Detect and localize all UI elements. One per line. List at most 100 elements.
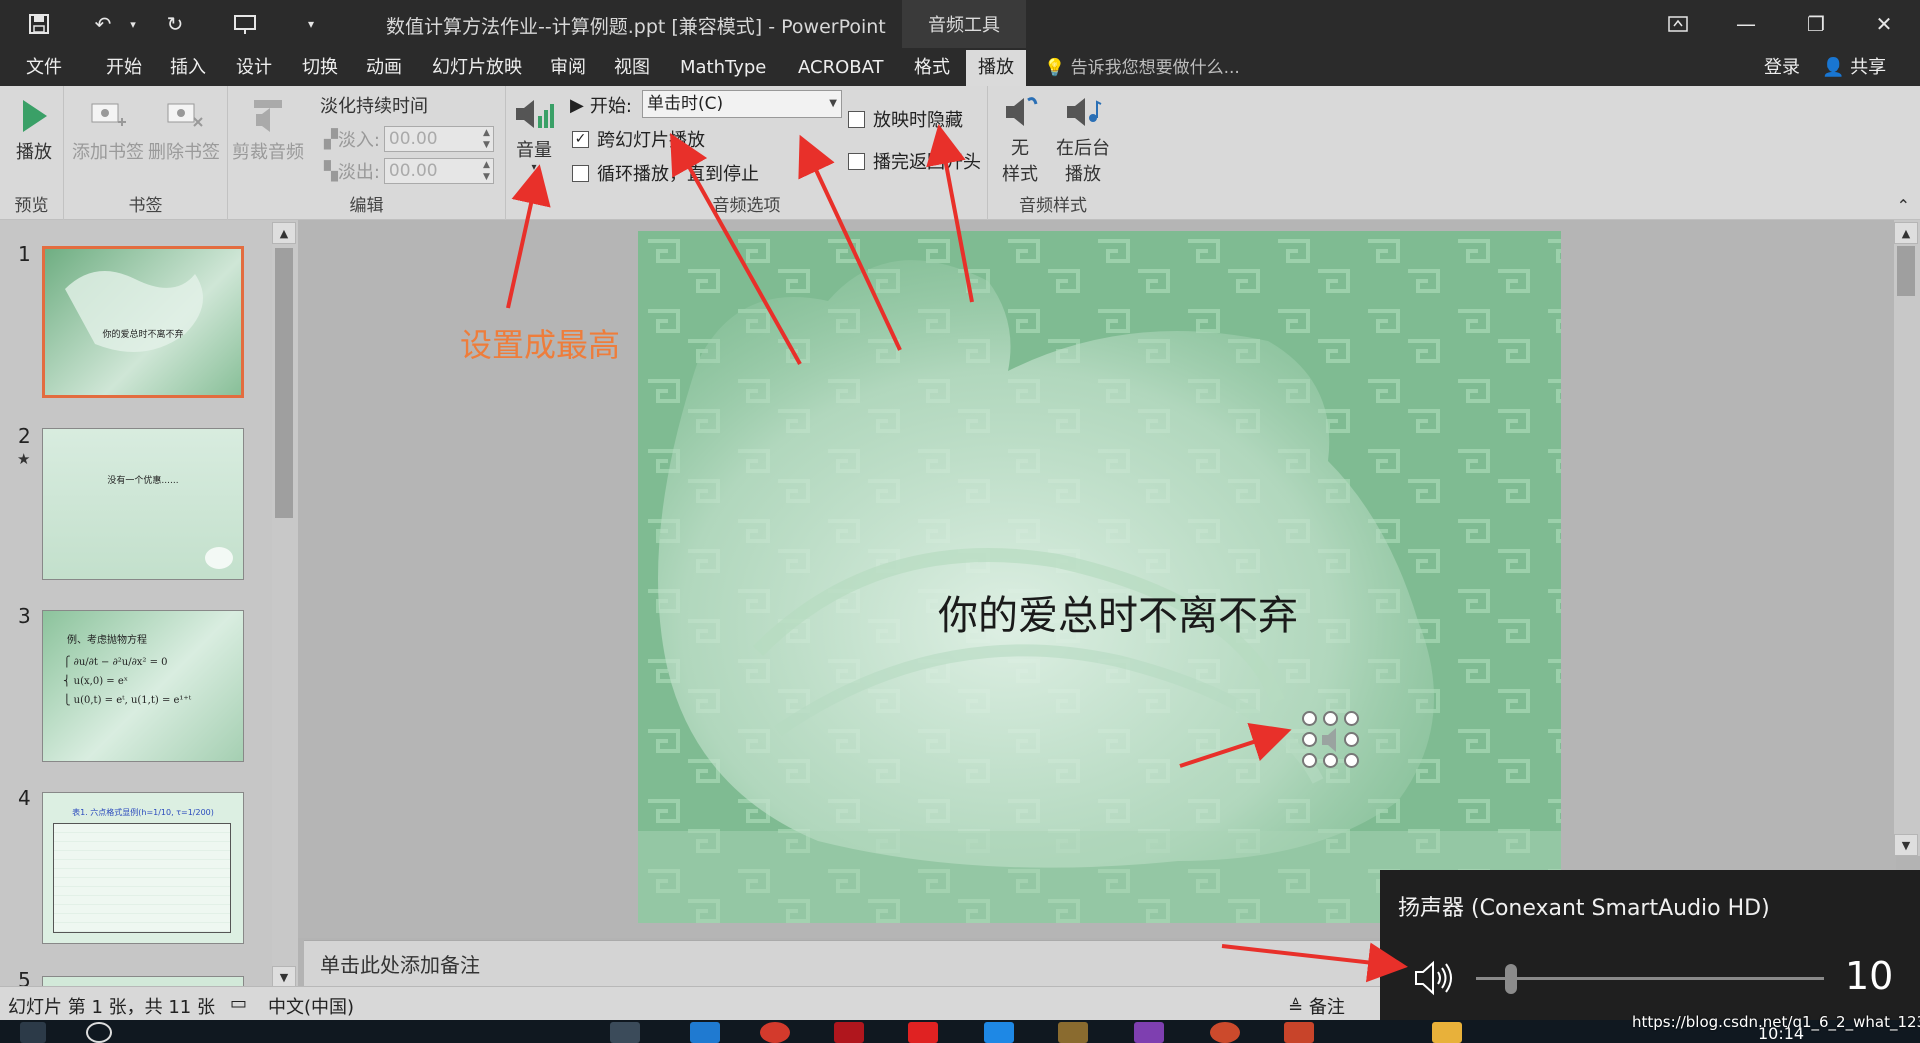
- remove-bookmark-button[interactable]: 删除书签: [148, 94, 220, 164]
- resize-handle[interactable]: [1344, 753, 1359, 768]
- tab-transitions[interactable]: 切换: [302, 54, 338, 82]
- app-icon-powerpoint[interactable]: [1284, 1022, 1314, 1043]
- undo-dropdown-icon[interactable]: ▾: [118, 10, 148, 38]
- app-icon-media[interactable]: [1134, 1022, 1164, 1043]
- tab-file[interactable]: 文件: [26, 54, 62, 82]
- close-icon[interactable]: ✕: [1864, 8, 1904, 40]
- task-view-icon[interactable]: [610, 1022, 640, 1043]
- tab-mathtype[interactable]: MathType: [680, 54, 766, 82]
- tab-design[interactable]: 设计: [236, 54, 272, 82]
- start-icon: ▶: [570, 94, 584, 116]
- speaker-icon[interactable]: [1410, 958, 1454, 998]
- slide-scrollbar[interactable]: ▲ ▼: [1894, 220, 1920, 856]
- audio-object[interactable]: [1302, 711, 1359, 768]
- tab-review[interactable]: 审阅: [550, 54, 586, 82]
- resize-handle[interactable]: [1302, 711, 1317, 726]
- windows-start-icon[interactable]: [20, 1022, 46, 1043]
- slide-thumbnail-4[interactable]: 表1. 六点格式显例(h=1/10, τ=1/200): [42, 792, 244, 944]
- save-icon[interactable]: [24, 10, 54, 38]
- fade-duration-label: 淡化持续时间: [320, 96, 428, 117]
- fade-in-spinner[interactable]: ▞ 淡入: 00.00 ▲ ▼: [324, 126, 494, 152]
- group-label-editing: 编辑: [349, 196, 384, 216]
- slide-thumbnail-1[interactable]: 你的爱总时不离不弃: [42, 246, 244, 398]
- scroll-down-icon[interactable]: ▼: [1894, 834, 1918, 856]
- spinner-arrows-icon[interactable]: ▲ ▼: [483, 127, 490, 151]
- search-icon[interactable]: [86, 1022, 112, 1043]
- volume-flyout: 扬声器 (Conexant SmartAudio HD) 10: [1380, 870, 1920, 1020]
- minimize-icon[interactable]: —: [1726, 8, 1766, 40]
- spellcheck-icon[interactable]: ▭: [230, 993, 247, 1014]
- slide-title[interactable]: 你的爱总时不离不弃: [938, 583, 1298, 641]
- tab-slideshow[interactable]: 幻灯片放映: [432, 54, 522, 82]
- trim-audio-button[interactable]: 剪裁音频: [232, 94, 304, 164]
- volume-dropdown-icon: ▾: [531, 162, 537, 173]
- slide-thumbnail-3[interactable]: 例、考虑抛物方程 ⎧ ∂u/∂t − ∂²u/∂x² = 0 ⎨ u(x,0) =…: [42, 610, 244, 762]
- play-in-background-icon: [1061, 90, 1105, 134]
- resize-handle[interactable]: [1344, 732, 1359, 747]
- ribbon-display-options-icon[interactable]: [1658, 8, 1698, 40]
- resize-handle[interactable]: [1323, 711, 1338, 726]
- fade-in-label: 淡入:: [337, 130, 380, 151]
- audio-device-name[interactable]: 扬声器 (Conexant SmartAudio HD): [1398, 890, 1770, 922]
- play-across-slides-checkbox[interactable]: ✓ 跨幻灯片播放: [572, 126, 705, 152]
- fade-out-spinner[interactable]: ▚ 淡出: 00.00 ▲ ▼: [324, 158, 494, 184]
- scroll-thumb[interactable]: [275, 248, 293, 518]
- play-in-background-button[interactable]: 在后台 播放: [1056, 90, 1110, 186]
- undo-icon[interactable]: ↶: [88, 10, 118, 38]
- tab-insert[interactable]: 插入: [170, 54, 206, 82]
- fade-in-field[interactable]: 00.00 ▲ ▼: [383, 126, 494, 152]
- slide-thumbnail-2[interactable]: 没有一个优惠......: [42, 428, 244, 580]
- thumb-1-text: 你的爱总时不离不弃: [102, 330, 184, 340]
- language-indicator[interactable]: 中文(中国): [268, 993, 354, 1019]
- tab-view[interactable]: 视图: [614, 54, 650, 82]
- scroll-thumb[interactable]: [1897, 246, 1915, 296]
- sign-in-link[interactable]: 登录: [1764, 54, 1800, 82]
- tab-animations[interactable]: 动画: [366, 54, 402, 82]
- fade-out-field[interactable]: 00.00 ▲ ▼: [383, 158, 494, 184]
- app-icon-mail[interactable]: [690, 1022, 720, 1043]
- spinner-arrows-icon[interactable]: ▲ ▼: [483, 159, 490, 183]
- app-icon-video[interactable]: [908, 1022, 938, 1043]
- app-icon-chat[interactable]: [984, 1022, 1014, 1043]
- share-button[interactable]: 👤 共享: [1822, 54, 1886, 82]
- resize-handle[interactable]: [1344, 711, 1359, 726]
- slide-canvas[interactable]: 你的爱总时不离不弃: [638, 231, 1561, 923]
- volume-slider-thumb[interactable]: [1504, 964, 1517, 994]
- app-icon-browser[interactable]: [760, 1022, 790, 1043]
- play-across-slides-label: 跨幻灯片播放: [597, 130, 705, 151]
- scroll-up-icon[interactable]: ▲: [1894, 222, 1918, 244]
- rewind-after-playing-checkbox[interactable]: 播完返回开头: [848, 148, 981, 174]
- tab-acrobat[interactable]: ACROBAT: [798, 54, 884, 82]
- no-style-button[interactable]: 无 样式: [998, 90, 1042, 186]
- hide-during-show-checkbox[interactable]: 放映时隐藏: [848, 106, 963, 132]
- customize-toolbar-icon[interactable]: ▾: [296, 10, 326, 38]
- resize-handle[interactable]: [1323, 753, 1338, 768]
- thumbnails-scrollbar[interactable]: ▲ ▼: [272, 222, 298, 988]
- notes-toggle-label: 备注: [1308, 997, 1345, 1018]
- app-icon-folder[interactable]: [1432, 1022, 1462, 1043]
- tab-format[interactable]: 格式: [914, 54, 950, 82]
- volume-slider-track[interactable]: [1476, 977, 1824, 980]
- volume-button[interactable]: 音量 ▾: [512, 92, 556, 173]
- tab-home[interactable]: 开始: [106, 54, 142, 82]
- resize-handle[interactable]: [1302, 732, 1317, 747]
- tell-me-search[interactable]: 💡 告诉我您想要做什么...: [1044, 54, 1240, 82]
- collapse-ribbon-icon[interactable]: ⌃: [1897, 196, 1910, 215]
- redo-icon[interactable]: ↻: [160, 10, 190, 38]
- app-icon-other[interactable]: [1210, 1022, 1240, 1043]
- notes-toggle[interactable]: ≜ 备注: [1288, 993, 1345, 1019]
- slide-counter: 幻灯片 第 1 张，共 11 张: [8, 997, 215, 1018]
- app-icon-acrobat[interactable]: [834, 1022, 864, 1043]
- loop-until-stopped-checkbox[interactable]: 循环播放，直到停止: [572, 160, 759, 186]
- scroll-up-icon[interactable]: ▲: [272, 222, 296, 244]
- add-bookmark-button[interactable]: 添加书签: [72, 94, 144, 164]
- play-button[interactable]: 播放: [12, 94, 56, 164]
- app-icon-files[interactable]: [1058, 1022, 1088, 1043]
- restore-icon[interactable]: ❐: [1796, 8, 1836, 40]
- tab-playback[interactable]: 播放: [966, 50, 1026, 86]
- resize-handle[interactable]: [1302, 753, 1317, 768]
- volume-value: 10: [1845, 954, 1894, 998]
- slideshow-from-start-icon[interactable]: [230, 10, 260, 38]
- start-dropdown[interactable]: 单击时(C) ▼: [642, 90, 842, 118]
- scroll-down-icon[interactable]: ▼: [272, 966, 296, 988]
